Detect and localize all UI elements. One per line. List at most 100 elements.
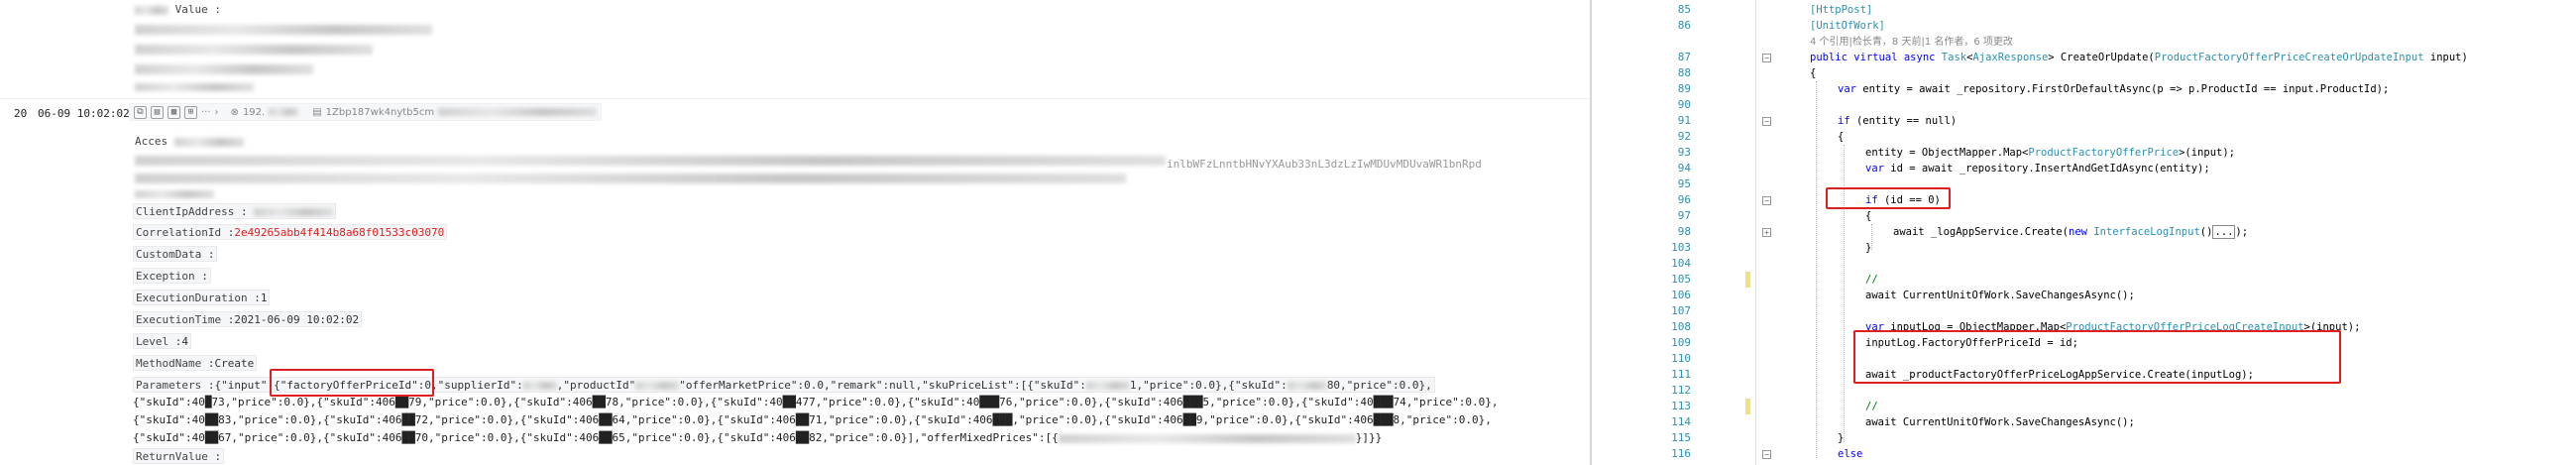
ip-tag-icon: ⊗ — [230, 106, 239, 118]
field-level: Level :4 — [133, 333, 191, 349]
line-number: 106 — [1671, 289, 1691, 301]
line-number: 110 — [1671, 352, 1691, 365]
code-line-113: // — [1865, 401, 1878, 412]
context-icon[interactable]: ⊞ — [184, 105, 197, 119]
field-execution-time: ExecutionTime :2021-06-09 10:02:02 — [133, 311, 363, 327]
code-line-94: var id = await _repository.InsertAndGetI… — [1865, 163, 2210, 174]
code-line-106: await CurrentUnitOfWork.SaveChangesAsync… — [1865, 290, 2135, 301]
prev-field-value: Value : — [133, 2, 223, 18]
parameters-line-4: {"skuId":40██67,"price":0.0},{"skuId":40… — [133, 431, 1383, 444]
access-token-line — [133, 153, 1168, 169]
line-number: 85 — [1677, 3, 1691, 16]
code-line-85: [HttpPost] — [1810, 4, 1873, 16]
line-number: 96 — [1677, 193, 1691, 206]
chevron-right-icon[interactable]: › — [215, 107, 219, 118]
line-number: 95 — [1677, 177, 1691, 190]
copy-icon[interactable]: ⧉ — [134, 105, 147, 119]
row-number: 20 — [14, 107, 28, 120]
line-number: 112 — [1671, 384, 1691, 397]
codelens-line[interactable]: 4 个引用|检长青，8 天前|1 名作者，6 项更改 — [1810, 34, 2013, 51]
collapse-toggle[interactable]: − — [1762, 450, 1771, 459]
expand-toggle[interactable]: + — [1762, 228, 1771, 237]
line-number: 94 — [1677, 162, 1691, 174]
code-line-96: if (id == 0) — [1865, 194, 1941, 206]
collapse-toggle[interactable]: − — [1762, 196, 1771, 205]
ip-tag[interactable]: 192. — [243, 107, 265, 118]
row-time: 06-09 10:02:02 — [38, 107, 130, 120]
line-number: 116 — [1671, 447, 1691, 460]
log-viewer-panel: Value : 20 06-09 10:02:02 ⧉ ▤ ▦ ⊞ ··· › … — [0, 0, 1637, 465]
prev-redacted-line — [133, 22, 434, 38]
code-line-97: { — [1865, 210, 1872, 222]
more-icon[interactable]: ··· — [201, 107, 211, 118]
line-number: 111 — [1671, 368, 1691, 381]
code-line-116: else — [1838, 448, 1863, 460]
code-line-108: var inputLog = ObjectMapper.Map<ProductF… — [1865, 321, 2361, 333]
code-line-91: if (entity == null) — [1838, 115, 1958, 127]
line-number: 92 — [1677, 130, 1691, 143]
field-custom-data: CustomData : — [133, 246, 218, 262]
code-editor-panel: 85 87 88 89 90 91 92 93 94 95 96 97 98 1… — [1592, 0, 2576, 465]
field-correlation-id: CorrelationId :2e49265abb4f414b8a68f0153… — [133, 224, 448, 240]
code-line-93: entity = ObjectMapper.Map<ProductFactory… — [1865, 147, 2235, 159]
access-token-line — [133, 171, 1128, 186]
field-access-token: Acces — [133, 134, 246, 150]
change-marker — [1745, 272, 1750, 288]
line-number: 109 — [1671, 336, 1691, 349]
field-client-ip: ClientIpAddress : — [133, 203, 337, 219]
id-tag-icon: ▤ — [312, 106, 322, 118]
indent-guide — [1816, 81, 1817, 458]
field-method-name: MethodName :Create — [133, 355, 258, 371]
line-number: 115 — [1671, 431, 1691, 444]
field-parameters: Parameters :{"input":{"factoryOfferPrice… — [133, 377, 1435, 393]
prev-redacted-line — [133, 42, 375, 58]
collapse-toggle[interactable]: − — [1762, 54, 1771, 62]
collapsed-region[interactable]: ... — [2212, 225, 2236, 239]
line-number: 98 — [1677, 225, 1691, 238]
prev-redacted-line — [133, 61, 315, 77]
line-number: 104 — [1671, 257, 1691, 270]
line-number: 91 — [1677, 114, 1691, 127]
code-line-92: { — [1838, 131, 1845, 143]
row-toolbar: ⧉ ▤ ▦ ⊞ ··· › ⊗ 192. ▤ 1Zbp187wk4nytb5cm — [129, 103, 603, 121]
code-line-115: } — [1838, 432, 1845, 444]
line-number: 108 — [1671, 320, 1691, 333]
line-number: 107 — [1671, 304, 1691, 317]
field-return-value: ReturnValue : — [133, 448, 225, 464]
line-number: 89 — [1677, 82, 1691, 95]
code-line-86: [UnitOfWork] — [1810, 20, 1885, 32]
line-number: 103 — [1671, 241, 1691, 254]
line-number: 93 — [1677, 146, 1691, 159]
line-number: 86 — [1677, 19, 1691, 32]
code-line-87: public virtual async Task<AjaxResponse> … — [1810, 52, 2468, 63]
code-line-88: { — [1810, 67, 1817, 79]
line-number: 88 — [1677, 66, 1691, 79]
prev-redacted-line — [133, 79, 256, 95]
access-token-line — [133, 186, 216, 202]
code-line-105: // — [1865, 274, 1878, 286]
line-number: 87 — [1677, 51, 1691, 63]
indent-guide — [1844, 145, 1845, 442]
change-marker — [1745, 399, 1750, 414]
code-line-89: var entity = await _repository.FirstOrDe… — [1838, 83, 2390, 95]
code-line-114: await CurrentUnitOfWork.SaveChangesAsync… — [1865, 416, 2135, 428]
factory-offer-price-id: {"factoryOfferPriceId":0, — [274, 379, 438, 392]
line-number: 90 — [1677, 98, 1691, 111]
field-exception: Exception : — [133, 268, 211, 284]
access-token-tail: inlbWFzLnntbHNvYXAub33nL3dzLzIwMDUvMDUva… — [1167, 158, 1482, 171]
document-icon[interactable]: ▤ — [151, 105, 164, 119]
field-execution-duration: ExecutionDuration :1 — [133, 290, 271, 305]
id-tag[interactable]: 1Zbp187wk4nytb5cm — [326, 107, 434, 118]
collapse-toggle[interactable]: − — [1762, 117, 1771, 126]
table-icon[interactable]: ▦ — [168, 105, 180, 119]
code-line-109: inputLog.FactoryOfferPriceId = id; — [1865, 337, 2078, 349]
row-divider — [0, 98, 1590, 99]
line-number: 114 — [1671, 415, 1691, 428]
line-number: 113 — [1671, 400, 1691, 412]
code-line-103: } — [1865, 242, 1872, 254]
line-number: 105 — [1671, 273, 1691, 286]
parameters-line-3: {"skuId":40██83,"price":0.0},{"skuId":40… — [133, 413, 1492, 426]
parameters-line-2: {"skuId":40█73,"price":0.0},{"skuId":406… — [133, 396, 1499, 408]
line-number: 97 — [1677, 209, 1691, 222]
code-line-111: await _productFactoryOfferPriceLogAppSer… — [1865, 369, 2254, 381]
